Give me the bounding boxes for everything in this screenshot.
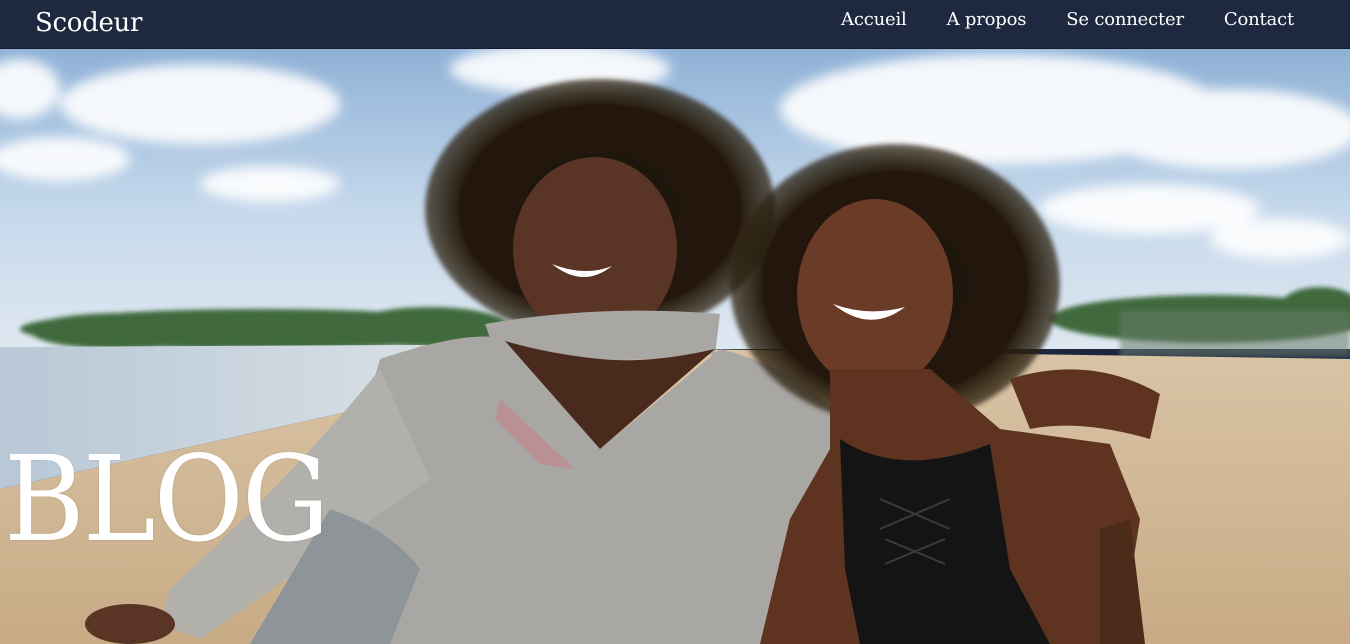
- nav-menu: Accueil A propos Se connecter Contact: [841, 8, 1294, 32]
- brand-logo-link[interactable]: Scodeur: [35, 6, 142, 40]
- nav-link-se-connecter[interactable]: Se connecter: [1066, 8, 1184, 32]
- hero-banner: BLOG: [0, 49, 1350, 644]
- nav-link-a-propos[interactable]: A propos: [947, 8, 1027, 32]
- top-navbar: Scodeur Accueil A propos Se connecter Co…: [0, 0, 1350, 49]
- nav-link-contact[interactable]: Contact: [1224, 8, 1294, 32]
- hero-title: BLOG: [4, 430, 330, 568]
- nav-link-accueil[interactable]: Accueil: [841, 8, 907, 32]
